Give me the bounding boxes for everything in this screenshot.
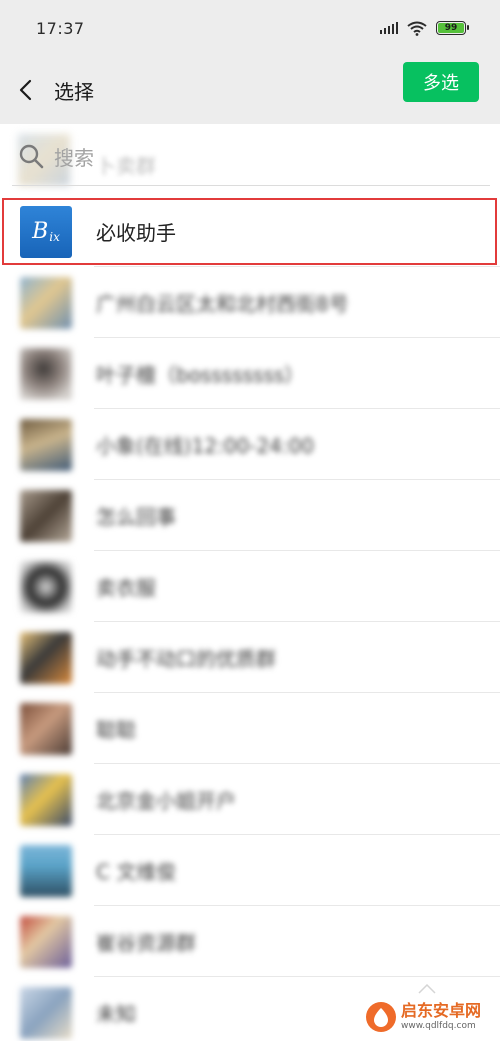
list-item[interactable]: 聪聪 <box>0 693 500 764</box>
list-item[interactable]: 叶子檀（bossssssss） <box>0 338 500 409</box>
search-underline <box>12 185 490 186</box>
watermark-text: 启东安卓网 www.qdlfdq.com <box>401 1003 481 1031</box>
list-item[interactable]: C 文维俊 <box>0 835 500 906</box>
multi-select-button[interactable]: 多选 <box>403 62 479 102</box>
signal-icon <box>379 22 398 34</box>
contact-name: 小象(在线)12:00-24:00 <box>96 434 315 458</box>
avatar <box>20 276 72 329</box>
back-button[interactable] <box>2 56 48 124</box>
chevron-up-icon <box>418 984 436 994</box>
battery-icon: 99 <box>436 21 469 35</box>
contact-name: C 文维俊 <box>96 860 177 884</box>
watermark: 启东安卓网 www.qdlfdq.com <box>366 997 496 1037</box>
search-icon <box>19 144 44 169</box>
list-item[interactable]: 卖衣服 <box>0 551 500 622</box>
avatar <box>20 631 72 684</box>
contact-name: 卖衣服 <box>96 576 156 600</box>
avatar <box>20 844 72 897</box>
contact-name: 未知 <box>96 1002 136 1026</box>
avatar <box>20 773 72 826</box>
avatar <box>20 489 72 542</box>
watermark-url: www.qdlfdq.com <box>401 1021 476 1031</box>
contact-name: 动手不动口的优质群 <box>96 647 276 671</box>
list-item[interactable]: Bix 必收助手 <box>0 196 500 267</box>
contact-name: 叶子檀（bossssssss） <box>96 363 305 387</box>
search-placeholder: 搜索 <box>54 145 94 170</box>
avatar <box>20 418 72 471</box>
contact-name: 必收助手 <box>96 221 176 245</box>
list-item[interactable]: 小象(在线)12:00-24:00 <box>0 409 500 480</box>
status-icons: 99 <box>379 21 469 36</box>
navigation-bar: 选择 多选 <box>0 56 500 124</box>
contact-name: 崔谷资源群 <box>96 931 196 955</box>
avatar <box>20 986 72 1039</box>
avatar <box>20 560 72 613</box>
search-input[interactable]: 搜索 <box>18 138 318 174</box>
list-item[interactable]: 北京金小姐开户 <box>0 764 500 835</box>
page-title: 选择 <box>54 79 94 104</box>
search-bar[interactable]: 卜卖群 搜索 <box>0 124 500 186</box>
watermark-logo-icon <box>366 1002 396 1032</box>
avatar <box>20 347 72 400</box>
contact-name: 聪聪 <box>96 718 136 742</box>
contact-name: 北京金小姐开户 <box>96 789 236 813</box>
bishou-logo-avatar: Bix <box>20 205 72 258</box>
status-bar: 17:37 99 <box>0 0 500 56</box>
wifi-icon <box>407 21 427 36</box>
avatar <box>20 915 72 968</box>
avatar <box>20 702 72 755</box>
contact-name: 怎么回事 <box>96 505 176 529</box>
watermark-title: 启东安卓网 <box>401 1001 482 1020</box>
contact-list: Bix 必收助手 广州白云区太和北村西街8号 叶子檀（bossssssss） 小… <box>0 196 500 1041</box>
status-time: 17:37 <box>36 18 85 38</box>
list-item[interactable]: 动手不动口的优质群 <box>0 622 500 693</box>
list-item[interactable]: 怎么回事 <box>0 480 500 551</box>
list-item[interactable]: 崔谷资源群 <box>0 906 500 977</box>
contact-name: 广州白云区太和北村西街8号 <box>96 292 349 316</box>
list-item[interactable]: 广州白云区太和北村西街8号 <box>0 267 500 338</box>
battery-level: 99 <box>438 23 464 33</box>
back-arrow-icon <box>19 79 32 101</box>
